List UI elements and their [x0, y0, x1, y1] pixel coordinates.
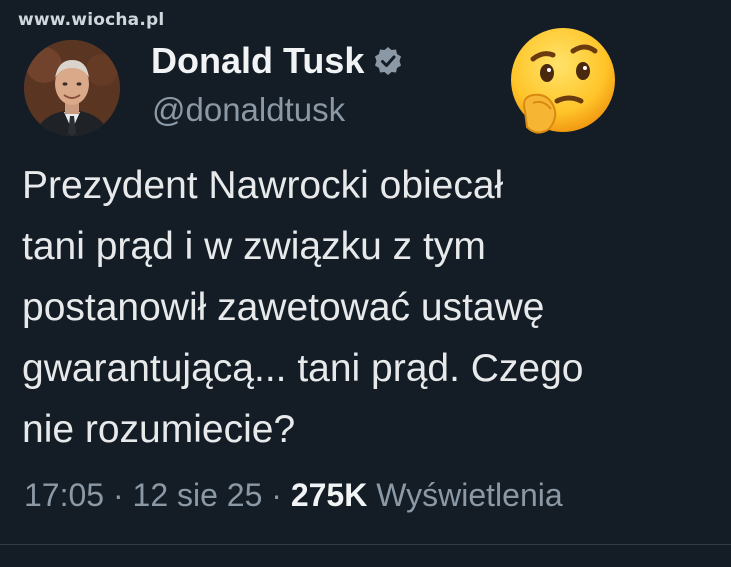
tweet-line: Prezydent Nawrocki obiecał — [22, 164, 504, 207]
tweet-date[interactable]: 12 sie 25 — [133, 477, 263, 513]
tweet-time[interactable]: 17:05 — [24, 477, 104, 513]
meta-separator: · — [262, 477, 291, 513]
tweet-line: tani prąd i w związku z tym — [22, 225, 486, 268]
tweet-line: gwarantującą... tani prąd. Czego — [22, 347, 584, 390]
thinking-face-icon — [503, 25, 623, 140]
verified-badge-icon — [372, 45, 404, 77]
author-handle[interactable]: @donaldtusk — [152, 91, 345, 129]
divider — [0, 544, 731, 545]
meta-separator: · — [104, 477, 133, 513]
avatar[interactable] — [24, 40, 120, 136]
views-count: 275K — [290, 477, 368, 513]
tweet-text: Prezydent Nawrocki obiecał tani prąd i w… — [22, 155, 722, 460]
tweet-line: nie rozumiecie? — [22, 408, 296, 451]
author-row: Donald Tusk — [151, 40, 404, 82]
tweet-line: postanowił zawetować ustawę — [22, 286, 545, 329]
watermark: www.wiocha.pl — [18, 10, 165, 30]
tweet-meta: 17:05 · 12 sie 25 · 275K Wyświetlenia — [24, 477, 563, 514]
views-label: Wyświetlenia — [367, 477, 563, 513]
author-name[interactable]: Donald Tusk — [151, 40, 364, 82]
